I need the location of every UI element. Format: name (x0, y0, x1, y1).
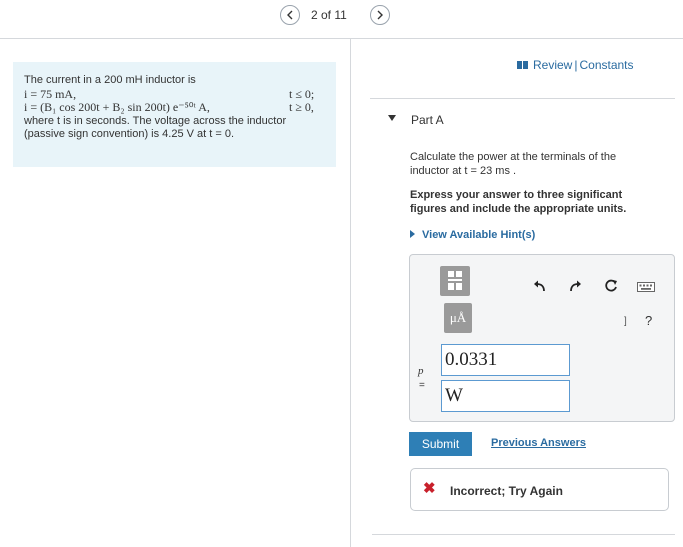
answer-value-input[interactable]: 0.0331 (441, 344, 570, 376)
next-item-button[interactable] (370, 5, 390, 25)
part-title[interactable]: Part A (411, 113, 444, 127)
view-hints-link[interactable]: View Available Hint(s) (410, 229, 535, 241)
review-constants-links: Review | Constants (517, 58, 634, 72)
templates-button[interactable] (440, 266, 470, 296)
templates-icon (448, 271, 462, 290)
undo-icon (534, 280, 545, 292)
help-button[interactable]: ? (645, 313, 652, 328)
bottom-divider (372, 534, 675, 535)
constants-link[interactable]: Constants (579, 58, 633, 72)
current-condition: t ≥ 0, (289, 100, 314, 114)
problem-line-5: (passive sign convention) is 4.25 V at t… (24, 128, 235, 140)
reset-icon (605, 279, 617, 292)
incorrect-icon: ✖ (423, 480, 436, 497)
part-divider (370, 98, 675, 99)
bracket-symbol: ] (624, 316, 627, 327)
question-line-1: Calculate the power at the terminals of … (410, 151, 617, 163)
answer-units-input[interactable]: W (441, 380, 570, 412)
book-icon (517, 60, 528, 69)
previous-answers-link[interactable]: Previous Answers (491, 437, 586, 449)
answer-instructions: Express your answer to three significant… (410, 188, 660, 216)
top-navigation: 2 of 11 (0, 0, 683, 36)
current-initial-expression: i = 75 mA, (24, 86, 77, 101)
column-divider (350, 39, 351, 547)
question-line-2: inductor at t = 23 ms . (410, 165, 517, 177)
page-counter: 2 of 11 (311, 8, 347, 22)
current-initial-condition: t ≤ 0; (289, 86, 315, 101)
previous-item-button[interactable] (280, 5, 300, 25)
chevron-right-icon (377, 10, 383, 20)
undo-button[interactable] (532, 278, 548, 294)
instructions-line-2: figures and include the appropriate unit… (410, 203, 627, 215)
review-link[interactable]: Review (533, 58, 572, 72)
redo-button[interactable] (567, 278, 583, 294)
units-button[interactable]: μÅ (444, 303, 472, 333)
instructions-line-1: Express your answer to three significant (410, 189, 623, 201)
equals-sign: = (419, 380, 425, 391)
problem-line-1: The current in a 200 mH inductor is (24, 74, 196, 86)
keyboard-icon (637, 282, 655, 292)
problem-statement: The current in a 200 mH inductor is i = … (13, 62, 336, 167)
feedback-panel: ✖ Incorrect; Try Again (410, 468, 669, 511)
problem-line-3: i = (B₁ cos 200t + B₂ sin 200t) e⁻⁵⁰ᵗ A,… (24, 100, 325, 115)
current-expression: i = (B₁ cos 200t + B₂ sin 200t) e⁻⁵⁰ᵗ A, (24, 100, 210, 114)
reset-button[interactable] (603, 278, 619, 294)
submit-button[interactable]: Submit (409, 432, 472, 456)
problem-line-4: where t is in seconds. The voltage acros… (24, 114, 287, 127)
question-text: Calculate the power at the terminals of … (410, 150, 660, 178)
collapse-caret-icon[interactable] (388, 115, 396, 121)
caret-right-icon (410, 230, 415, 238)
chevron-left-icon (287, 10, 293, 20)
feedback-message: Incorrect; Try Again (450, 484, 563, 498)
hint-label: View Available Hint(s) (422, 229, 536, 241)
keyboard-button[interactable] (637, 282, 655, 292)
problem-line-2: i = 75 mA, t ≤ 0; (24, 86, 325, 102)
header-divider (0, 38, 683, 39)
link-separator: | (574, 58, 578, 72)
answer-variable: p (418, 365, 424, 377)
redo-icon (570, 280, 581, 292)
